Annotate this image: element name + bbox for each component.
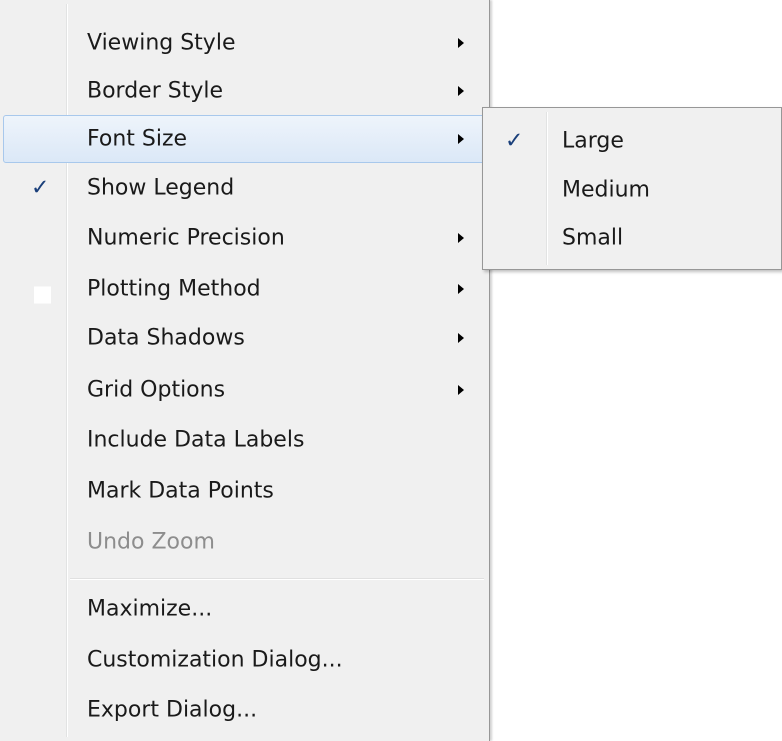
menu-item-border-style[interactable]: Border Style xyxy=(3,67,487,115)
menu-item-customization-dialog[interactable]: Customization Dialog... xyxy=(3,636,487,684)
checkbox-icon xyxy=(34,286,51,304)
menu-item-label: Mark Data Points xyxy=(87,478,274,504)
submenu-arrow-icon xyxy=(458,333,464,343)
menu-item-label: Undo Zoom xyxy=(87,529,215,555)
menu-item-plotting-method[interactable]: Plotting Method xyxy=(3,265,487,313)
submenu-item-medium[interactable]: Medium xyxy=(485,166,779,214)
submenu-item-label: Medium xyxy=(562,177,650,203)
menu-item-label: Border Style xyxy=(87,78,224,104)
menu-item-label: Customization Dialog... xyxy=(87,647,343,673)
menu-item-label: Include Data Labels xyxy=(87,427,305,453)
checkmark-icon: ✓ xyxy=(31,175,50,201)
menu-item-label: Maximize... xyxy=(87,596,213,622)
menu-item-show-legend[interactable]: ✓ Show Legend xyxy=(3,164,487,212)
submenu-arrow-icon xyxy=(458,284,464,294)
menu-item-maximize[interactable]: Maximize... xyxy=(3,585,487,633)
font-size-submenu: ✓ Large Medium Small xyxy=(482,107,782,270)
menu-item-label: Numeric Precision xyxy=(87,225,285,251)
menu-item-data-shadows[interactable]: Data Shadows xyxy=(3,314,487,362)
menu-item-label: Plotting Method xyxy=(87,276,261,302)
submenu-item-label: Small xyxy=(562,225,624,251)
menu-separator xyxy=(70,578,484,580)
submenu-arrow-icon xyxy=(458,38,464,48)
submenu-arrow-icon xyxy=(458,385,464,395)
menu-item-grid-options[interactable]: Grid Options xyxy=(3,366,487,414)
menu-item-label: Data Shadows xyxy=(87,325,245,351)
submenu-item-large[interactable]: ✓ Large xyxy=(485,117,779,165)
menu-item-undo-zoom: Undo Zoom xyxy=(3,518,487,566)
menu-item-export-dialog[interactable]: Export Dialog... xyxy=(3,686,487,734)
menu-item-label: Grid Options xyxy=(87,377,226,403)
menu-item-viewing-style[interactable]: Viewing Style xyxy=(3,19,487,67)
menu-item-numeric-precision[interactable]: Numeric Precision xyxy=(3,214,487,262)
submenu-item-small[interactable]: Small xyxy=(485,214,779,262)
submenu-arrow-icon xyxy=(458,134,464,144)
checkmark-icon: ✓ xyxy=(505,128,524,154)
submenu-item-label: Large xyxy=(562,128,624,154)
menu-item-label: Show Legend xyxy=(87,175,235,201)
menu-item-label: Font Size xyxy=(87,126,188,152)
menu-item-label: Viewing Style xyxy=(87,30,236,56)
menu-item-mark-data-points[interactable]: Mark Data Points xyxy=(3,467,487,515)
menu-item-include-data-labels[interactable]: Include Data Labels xyxy=(3,416,487,464)
submenu-arrow-icon xyxy=(458,86,464,96)
menu-item-font-size[interactable]: Font Size xyxy=(3,115,487,163)
context-menu: Viewing Style Border Style Font Size ✓ S… xyxy=(0,0,490,741)
submenu-arrow-icon xyxy=(458,233,464,243)
menu-item-label: Export Dialog... xyxy=(87,697,258,723)
